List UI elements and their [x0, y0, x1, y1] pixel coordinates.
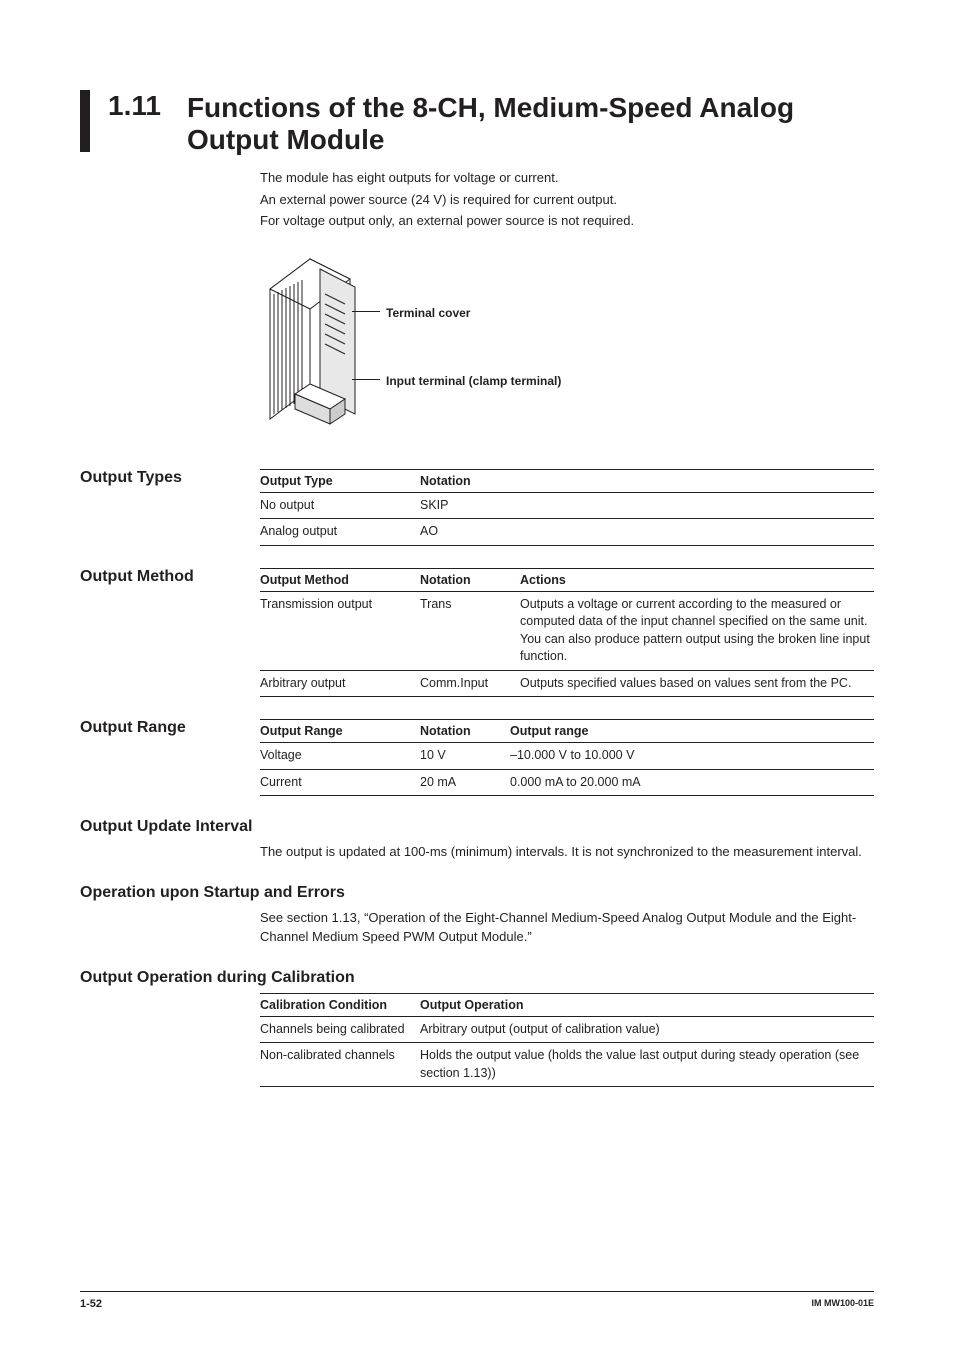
th-output-type: Output Type	[260, 469, 420, 492]
intro-line: An external power source (24 V) is requi…	[260, 190, 874, 210]
td-notation: SKIP	[420, 492, 874, 519]
output-types-table: Output Type Notation No output SKIP Anal…	[260, 469, 874, 546]
section-number: 1.11	[108, 90, 161, 120]
accent-bar	[80, 90, 90, 152]
td-type: No output	[260, 492, 420, 519]
td-output: –10.000 V to 10.000 V	[510, 743, 874, 770]
th-notation: Notation	[420, 568, 520, 591]
diagram-label-terminal-cover: Terminal cover	[386, 304, 470, 322]
calibration-table: Calibration Condition Output Operation C…	[260, 993, 874, 1088]
subheading-output-method: Output Method	[80, 568, 260, 698]
td-actions: Outputs a voltage or current according t…	[520, 591, 874, 670]
section-header: 1.11 Functions of the 8-CH, Medium-Speed…	[80, 90, 874, 156]
td-notation: AO	[420, 519, 874, 546]
output-method-table: Output Method Notation Actions Transmiss…	[260, 568, 874, 698]
td-condition: Channels being calibrated	[260, 1016, 420, 1043]
td-notation: Trans	[420, 591, 520, 670]
diagram-label-input-terminal: Input terminal (clamp terminal)	[386, 372, 561, 390]
intro-line: The module has eight outputs for voltage…	[260, 168, 874, 188]
td-notation: Comm.Input	[420, 670, 520, 697]
th-output-range-val: Output range	[510, 720, 874, 743]
intro-line: For voltage output only, an external pow…	[260, 211, 874, 231]
td-range: Current	[260, 769, 420, 796]
subheading-calibration: Output Operation during Calibration	[80, 969, 874, 987]
leader-line	[352, 311, 380, 312]
th-output-range: Output Range	[260, 720, 420, 743]
th-output-method: Output Method	[260, 568, 420, 591]
th-notation: Notation	[420, 469, 874, 492]
td-condition: Non-calibrated channels	[260, 1043, 420, 1087]
section-title: Functions of the 8-CH, Medium-Speed Anal…	[187, 90, 874, 156]
subheading-output-types: Output Types	[80, 469, 260, 546]
td-actions: Outputs specified values based on values…	[520, 670, 874, 697]
td-method: Transmission output	[260, 591, 420, 670]
th-actions: Actions	[520, 568, 874, 591]
subheading-output-range: Output Range	[80, 719, 260, 796]
intro-text: The module has eight outputs for voltage…	[260, 168, 874, 231]
td-type: Analog output	[260, 519, 420, 546]
output-range-table: Output Range Notation Output range Volta…	[260, 719, 874, 796]
td-method: Arbitrary output	[260, 670, 420, 697]
leader-line	[352, 379, 380, 380]
th-notation: Notation	[420, 720, 510, 743]
module-icon	[260, 249, 390, 439]
subheading-update-interval: Output Update Interval	[80, 818, 874, 836]
td-range: Voltage	[260, 743, 420, 770]
page-number: 1-52	[80, 1298, 102, 1310]
subheading-startup-errors: Operation upon Startup and Errors	[80, 884, 874, 902]
page-footer: 1-52 IM MW100-01E	[80, 1291, 874, 1310]
th-output-operation: Output Operation	[420, 993, 874, 1016]
startup-errors-text: See section 1.13, “Operation of the Eigh…	[260, 908, 874, 947]
module-diagram: Terminal cover Input terminal (clamp ter…	[260, 249, 874, 439]
td-operation: Arbitrary output (output of calibration …	[420, 1016, 874, 1043]
th-calibration-condition: Calibration Condition	[260, 993, 420, 1016]
td-notation: 20 mA	[420, 769, 510, 796]
td-notation: 10 V	[420, 743, 510, 770]
td-operation: Holds the output value (holds the value …	[420, 1043, 874, 1087]
update-interval-text: The output is updated at 100-ms (minimum…	[260, 842, 874, 862]
doc-id: IM MW100-01E	[811, 1298, 874, 1310]
td-output: 0.000 mA to 20.000 mA	[510, 769, 874, 796]
